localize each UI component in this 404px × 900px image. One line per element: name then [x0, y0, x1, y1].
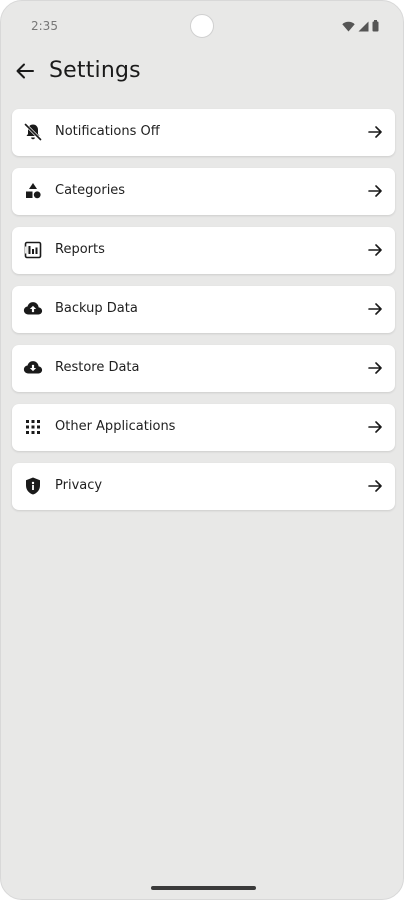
settings-item-notifications-off[interactable]: Notifications Off: [12, 109, 395, 156]
settings-item-categories[interactable]: Categories: [12, 168, 395, 215]
arrow-right-icon: [366, 418, 384, 436]
reports-icon: [23, 240, 43, 260]
signal-icon: [358, 21, 369, 32]
settings-item-other-applications[interactable]: Other Applications: [12, 404, 395, 451]
cloud-upload-icon: [23, 299, 43, 319]
settings-item-label: Notifications Off: [55, 124, 160, 139]
arrow-right-icon: [366, 477, 384, 495]
wifi-icon: [342, 21, 355, 32]
notifications-off-icon: [23, 122, 43, 142]
settings-item-label: Backup Data: [55, 301, 138, 316]
arrow-left-icon: [14, 60, 36, 86]
app-bar: Settings: [1, 51, 403, 95]
arrow-right-icon: [366, 300, 384, 318]
page-title: Settings: [49, 58, 141, 83]
cloud-download-icon: [23, 358, 43, 378]
status-time: 2:35: [31, 19, 58, 33]
settings-item-reports[interactable]: Reports: [12, 227, 395, 274]
status-icons: [342, 19, 379, 33]
settings-item-label: Other Applications: [55, 419, 176, 434]
categories-icon: [23, 181, 43, 201]
arrow-right-icon: [366, 123, 384, 141]
settings-item-label: Categories: [55, 183, 126, 198]
settings-item-label: Restore Data: [55, 360, 140, 375]
settings-item-label: Privacy: [55, 478, 103, 493]
camera-cutout: [190, 14, 214, 38]
arrow-right-icon: [366, 182, 384, 200]
settings-item-restore-data[interactable]: Restore Data: [12, 345, 395, 392]
apps-grid-icon: [23, 417, 43, 437]
settings-item-privacy[interactable]: Privacy: [12, 463, 395, 510]
phone-screen: 2:35 Settings Notifications Off Categori…: [0, 0, 404, 900]
arrow-right-icon: [366, 359, 384, 377]
arrow-right-icon: [366, 241, 384, 259]
back-button[interactable]: [11, 59, 39, 87]
gesture-bar[interactable]: [151, 886, 256, 890]
shield-icon: [23, 476, 43, 496]
settings-item-label: Reports: [55, 242, 105, 257]
settings-item-backup-data[interactable]: Backup Data: [12, 286, 395, 333]
battery-icon: [372, 20, 379, 32]
settings-list: Notifications Off Categories Reports Bac…: [12, 109, 395, 522]
status-bar: 2:35: [1, 1, 403, 51]
